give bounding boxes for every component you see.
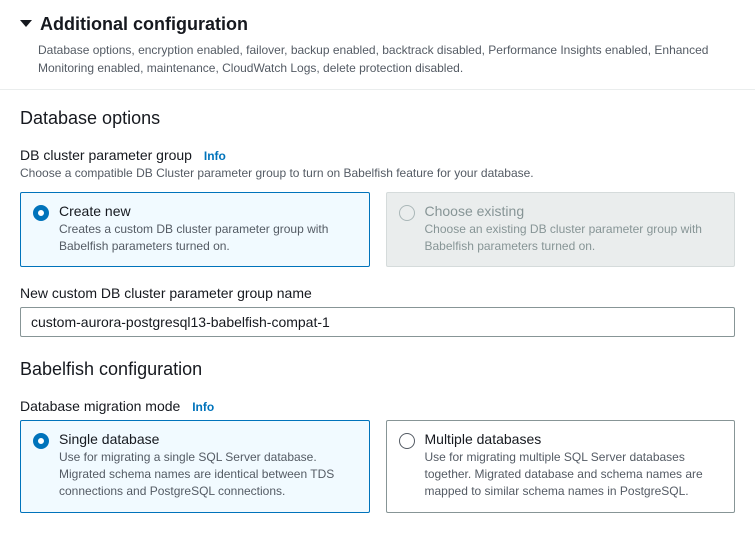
param-group-label: DB cluster parameter group Info xyxy=(20,147,735,163)
section-title-babelfish: Babelfish configuration xyxy=(20,359,735,380)
radio-title: Single database xyxy=(59,431,357,447)
info-link[interactable]: Info xyxy=(192,400,214,414)
panel-title: Additional configuration xyxy=(40,14,248,35)
radio-desc: Creates a custom DB cluster parameter gr… xyxy=(59,221,357,255)
radio-desc: Use for migrating a single SQL Server da… xyxy=(59,449,357,499)
param-group-radio-row: Create new Creates a custom DB cluster p… xyxy=(20,192,735,268)
radio-icon xyxy=(33,433,49,449)
radio-desc: Use for migrating multiple SQL Server da… xyxy=(425,449,723,499)
custom-name-label: New custom DB cluster parameter group na… xyxy=(20,285,735,301)
radio-icon xyxy=(399,205,415,221)
additional-configuration-panel: Additional configuration Database option… xyxy=(0,0,755,533)
param-group-sublabel: Choose a compatible DB Cluster parameter… xyxy=(20,165,735,182)
custom-name-input[interactable] xyxy=(20,307,735,337)
migration-mode-field: Database migration mode Info Single data… xyxy=(20,398,735,512)
radio-icon xyxy=(399,433,415,449)
radio-multiple-databases[interactable]: Multiple databases Use for migrating mul… xyxy=(386,420,736,512)
section-title-db-options: Database options xyxy=(20,108,735,129)
radio-desc: Choose an existing DB cluster parameter … xyxy=(425,221,723,255)
radio-choose-existing: Choose existing Choose an existing DB cl… xyxy=(386,192,736,268)
info-link[interactable]: Info xyxy=(204,149,226,163)
panel-description: Database options, encryption enabled, fa… xyxy=(0,41,755,89)
custom-name-field: New custom DB cluster parameter group na… xyxy=(20,285,735,359)
radio-title: Choose existing xyxy=(425,203,723,219)
caret-down-icon xyxy=(20,20,32,27)
radio-create-new[interactable]: Create new Creates a custom DB cluster p… xyxy=(20,192,370,268)
param-group-field: DB cluster parameter group Info Choose a… xyxy=(20,147,735,267)
radio-icon xyxy=(33,205,49,221)
panel-body: Database options DB cluster parameter gr… xyxy=(0,90,755,533)
panel-header[interactable]: Additional configuration xyxy=(0,0,755,41)
migration-mode-label: Database migration mode Info xyxy=(20,398,735,414)
radio-title: Multiple databases xyxy=(425,431,723,447)
radio-single-database[interactable]: Single database Use for migrating a sing… xyxy=(20,420,370,512)
radio-title: Create new xyxy=(59,203,357,219)
migration-mode-radio-row: Single database Use for migrating a sing… xyxy=(20,420,735,512)
